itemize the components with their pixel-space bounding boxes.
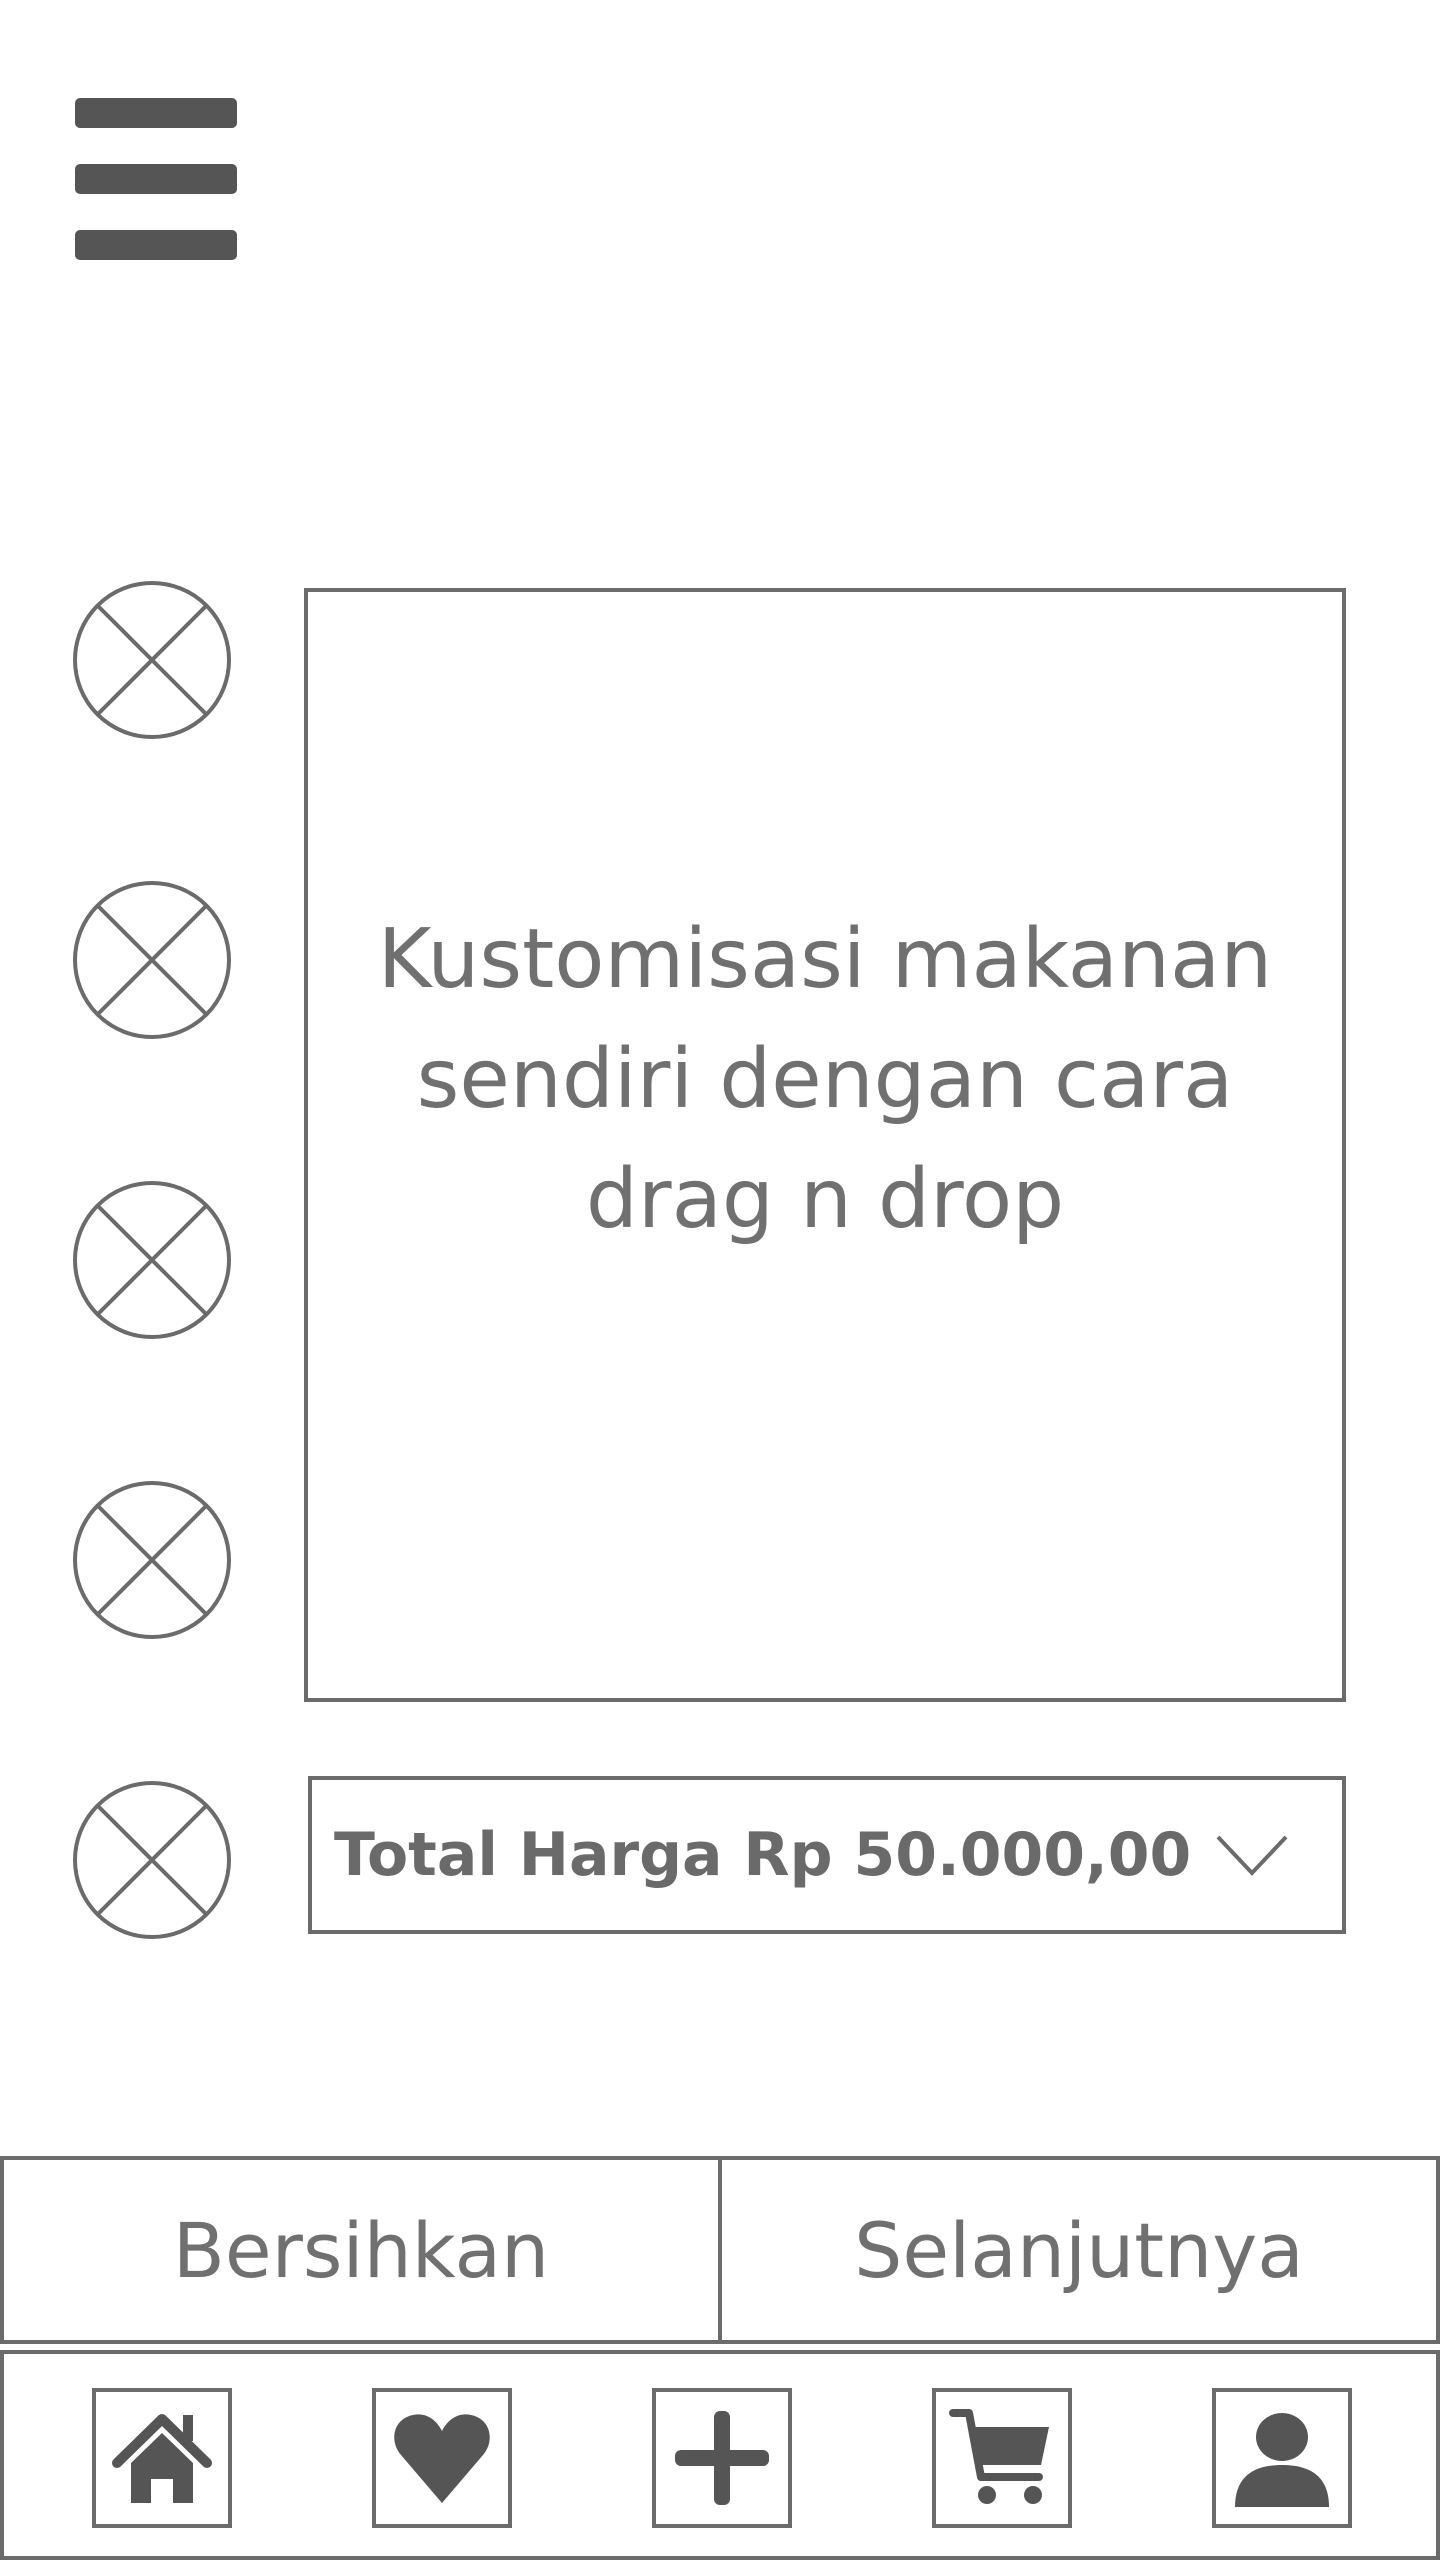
bottom-navigation-bar [0, 2350, 1440, 2560]
home-icon [112, 2414, 212, 2503]
nav-profile[interactable] [1212, 2388, 1352, 2528]
nav-home[interactable] [92, 2388, 232, 2528]
menu-bar [75, 98, 237, 128]
image-placeholder-icon [73, 1181, 231, 1339]
ingredient-placeholder-2[interactable] [72, 880, 232, 1040]
total-price-label: Total Harga Rp 50.000,00 [334, 1820, 1192, 1890]
hamburger-menu-icon[interactable] [75, 98, 237, 262]
chevron-down-icon [1216, 1833, 1288, 1877]
ingredient-placeholder-4[interactable] [72, 1480, 232, 1640]
image-placeholder-icon [73, 881, 231, 1039]
cart-icon [949, 2409, 1049, 2504]
total-price-dropdown[interactable]: Total Harga Rp 50.000,00 [308, 1776, 1346, 1934]
nav-cart[interactable] [932, 2388, 1072, 2528]
drag-drop-canvas[interactable]: Kustomisasi makanan sendiri dengan cara … [304, 588, 1346, 1702]
user-icon [1235, 2413, 1329, 2507]
clear-button[interactable]: Bersihkan [0, 2156, 722, 2344]
image-placeholder-icon [73, 1781, 231, 1939]
heart-icon [394, 2414, 490, 2503]
ingredient-placeholder-5[interactable] [72, 1780, 232, 1940]
canvas-instruction-text: Kustomisasi makanan sendiri dengan cara … [377, 912, 1273, 1247]
nav-add[interactable] [652, 2388, 792, 2528]
image-placeholder-icon [73, 1481, 231, 1639]
nav-favorites[interactable] [372, 2388, 512, 2528]
plus-icon [675, 2411, 769, 2505]
ingredient-placeholder-1[interactable] [72, 580, 232, 740]
next-button[interactable]: Selanjutnya [718, 2156, 1440, 2344]
image-placeholder-icon [73, 581, 231, 739]
ingredient-placeholder-3[interactable] [72, 1180, 232, 1340]
menu-bar [75, 164, 237, 194]
menu-bar [75, 230, 237, 260]
